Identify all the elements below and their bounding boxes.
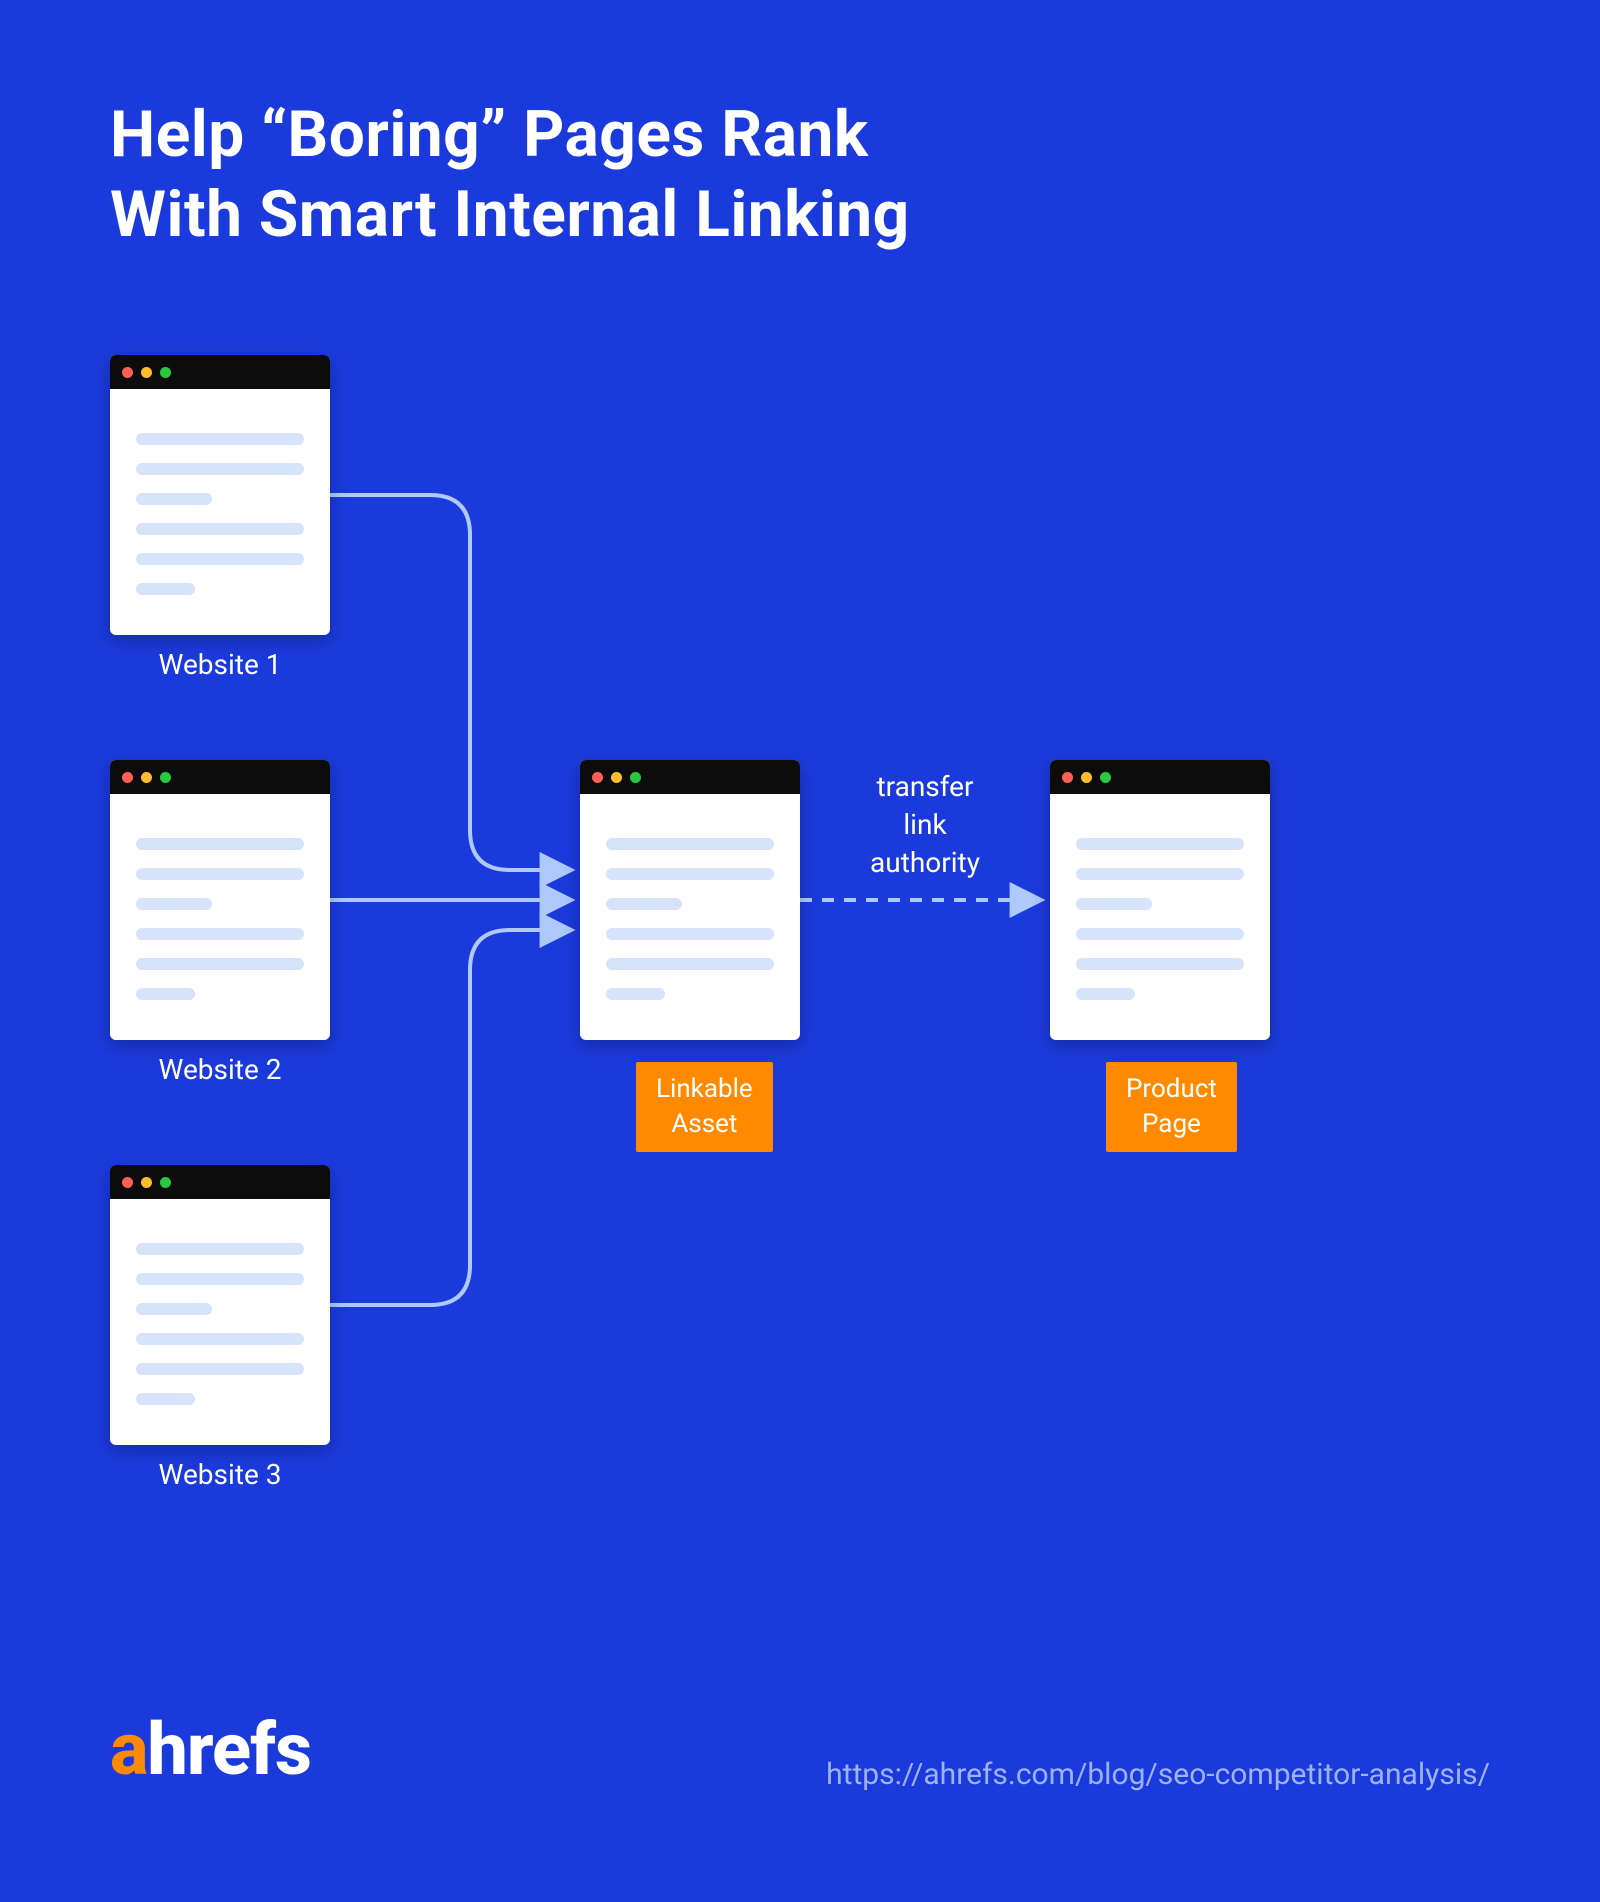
close-icon xyxy=(592,772,603,783)
minimize-icon xyxy=(611,772,622,783)
close-icon xyxy=(122,367,133,378)
window-titlebar xyxy=(110,355,330,389)
window-titlebar xyxy=(580,760,800,794)
maximize-icon xyxy=(1100,772,1111,783)
ahrefs-logo: ahrefs xyxy=(110,1707,311,1792)
diagram-title: Help “Boring” Pages RankWith Smart Inter… xyxy=(110,95,910,255)
maximize-icon xyxy=(630,772,641,783)
source-url: https://ahrefs.com/blog/seo-competitor-a… xyxy=(826,1757,1490,1792)
website-2-card xyxy=(110,760,330,1040)
window-titlebar xyxy=(1050,760,1270,794)
minimize-icon xyxy=(141,1177,152,1188)
window-titlebar xyxy=(110,760,330,794)
page-content-placeholder xyxy=(1050,794,1270,1000)
minimize-icon xyxy=(141,367,152,378)
maximize-icon xyxy=(160,367,171,378)
page-content-placeholder xyxy=(110,1199,330,1405)
logo-rest: hrefs xyxy=(147,1707,311,1792)
website-3-card xyxy=(110,1165,330,1445)
product-page-card xyxy=(1050,760,1270,1040)
footer: ahrefs https://ahrefs.com/blog/seo-compe… xyxy=(110,1707,1490,1792)
logo-accent-letter: a xyxy=(110,1707,147,1792)
maximize-icon xyxy=(160,772,171,783)
minimize-icon xyxy=(141,772,152,783)
website-2-label: Website 2 xyxy=(110,1053,330,1086)
page-content-placeholder xyxy=(580,794,800,1000)
website-1-card xyxy=(110,355,330,635)
transfer-link-authority-label: transferlinkauthority xyxy=(820,768,1030,881)
website-3-label: Website 3 xyxy=(110,1458,330,1491)
maximize-icon xyxy=(160,1177,171,1188)
page-content-placeholder xyxy=(110,794,330,1000)
close-icon xyxy=(122,1177,133,1188)
page-content-placeholder xyxy=(110,389,330,595)
linkable-asset-tag: LinkableAsset xyxy=(636,1062,773,1152)
window-titlebar xyxy=(110,1165,330,1199)
website-1-label: Website 1 xyxy=(110,648,330,681)
close-icon xyxy=(1062,772,1073,783)
product-page-tag: ProductPage xyxy=(1106,1062,1237,1152)
minimize-icon xyxy=(1081,772,1092,783)
close-icon xyxy=(122,772,133,783)
linkable-asset-card xyxy=(580,760,800,1040)
